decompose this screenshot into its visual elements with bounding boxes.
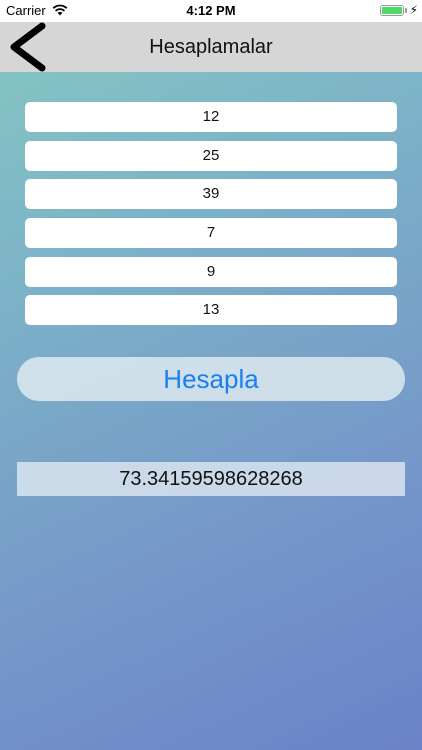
number-field-3[interactable]	[25, 179, 397, 210]
number-field-2[interactable]	[25, 140, 397, 171]
battery-level-fill	[382, 7, 402, 14]
status-bar: Carrier 4:12 PM ⚡	[0, 0, 422, 22]
result-label: 73.34159598628268	[17, 462, 405, 496]
number-field-6[interactable]	[25, 295, 397, 326]
page-title: Hesaplamalar	[149, 36, 273, 58]
navigation-bar: Hesaplamalar	[0, 22, 422, 72]
chevron-left-icon	[10, 22, 46, 72]
number-field-1[interactable]	[25, 102, 397, 132]
back-button[interactable]	[6, 22, 52, 72]
battery-icon	[380, 5, 404, 16]
battery-tip	[405, 8, 407, 13]
number-input-list	[25, 102, 397, 334]
number-field-5[interactable]	[25, 256, 397, 287]
calculate-button[interactable]: Hesapla	[17, 357, 405, 401]
status-time: 4:12 PM	[186, 3, 236, 18]
bolt-icon: ⚡	[409, 3, 418, 17]
number-field-4[interactable]	[25, 218, 397, 249]
